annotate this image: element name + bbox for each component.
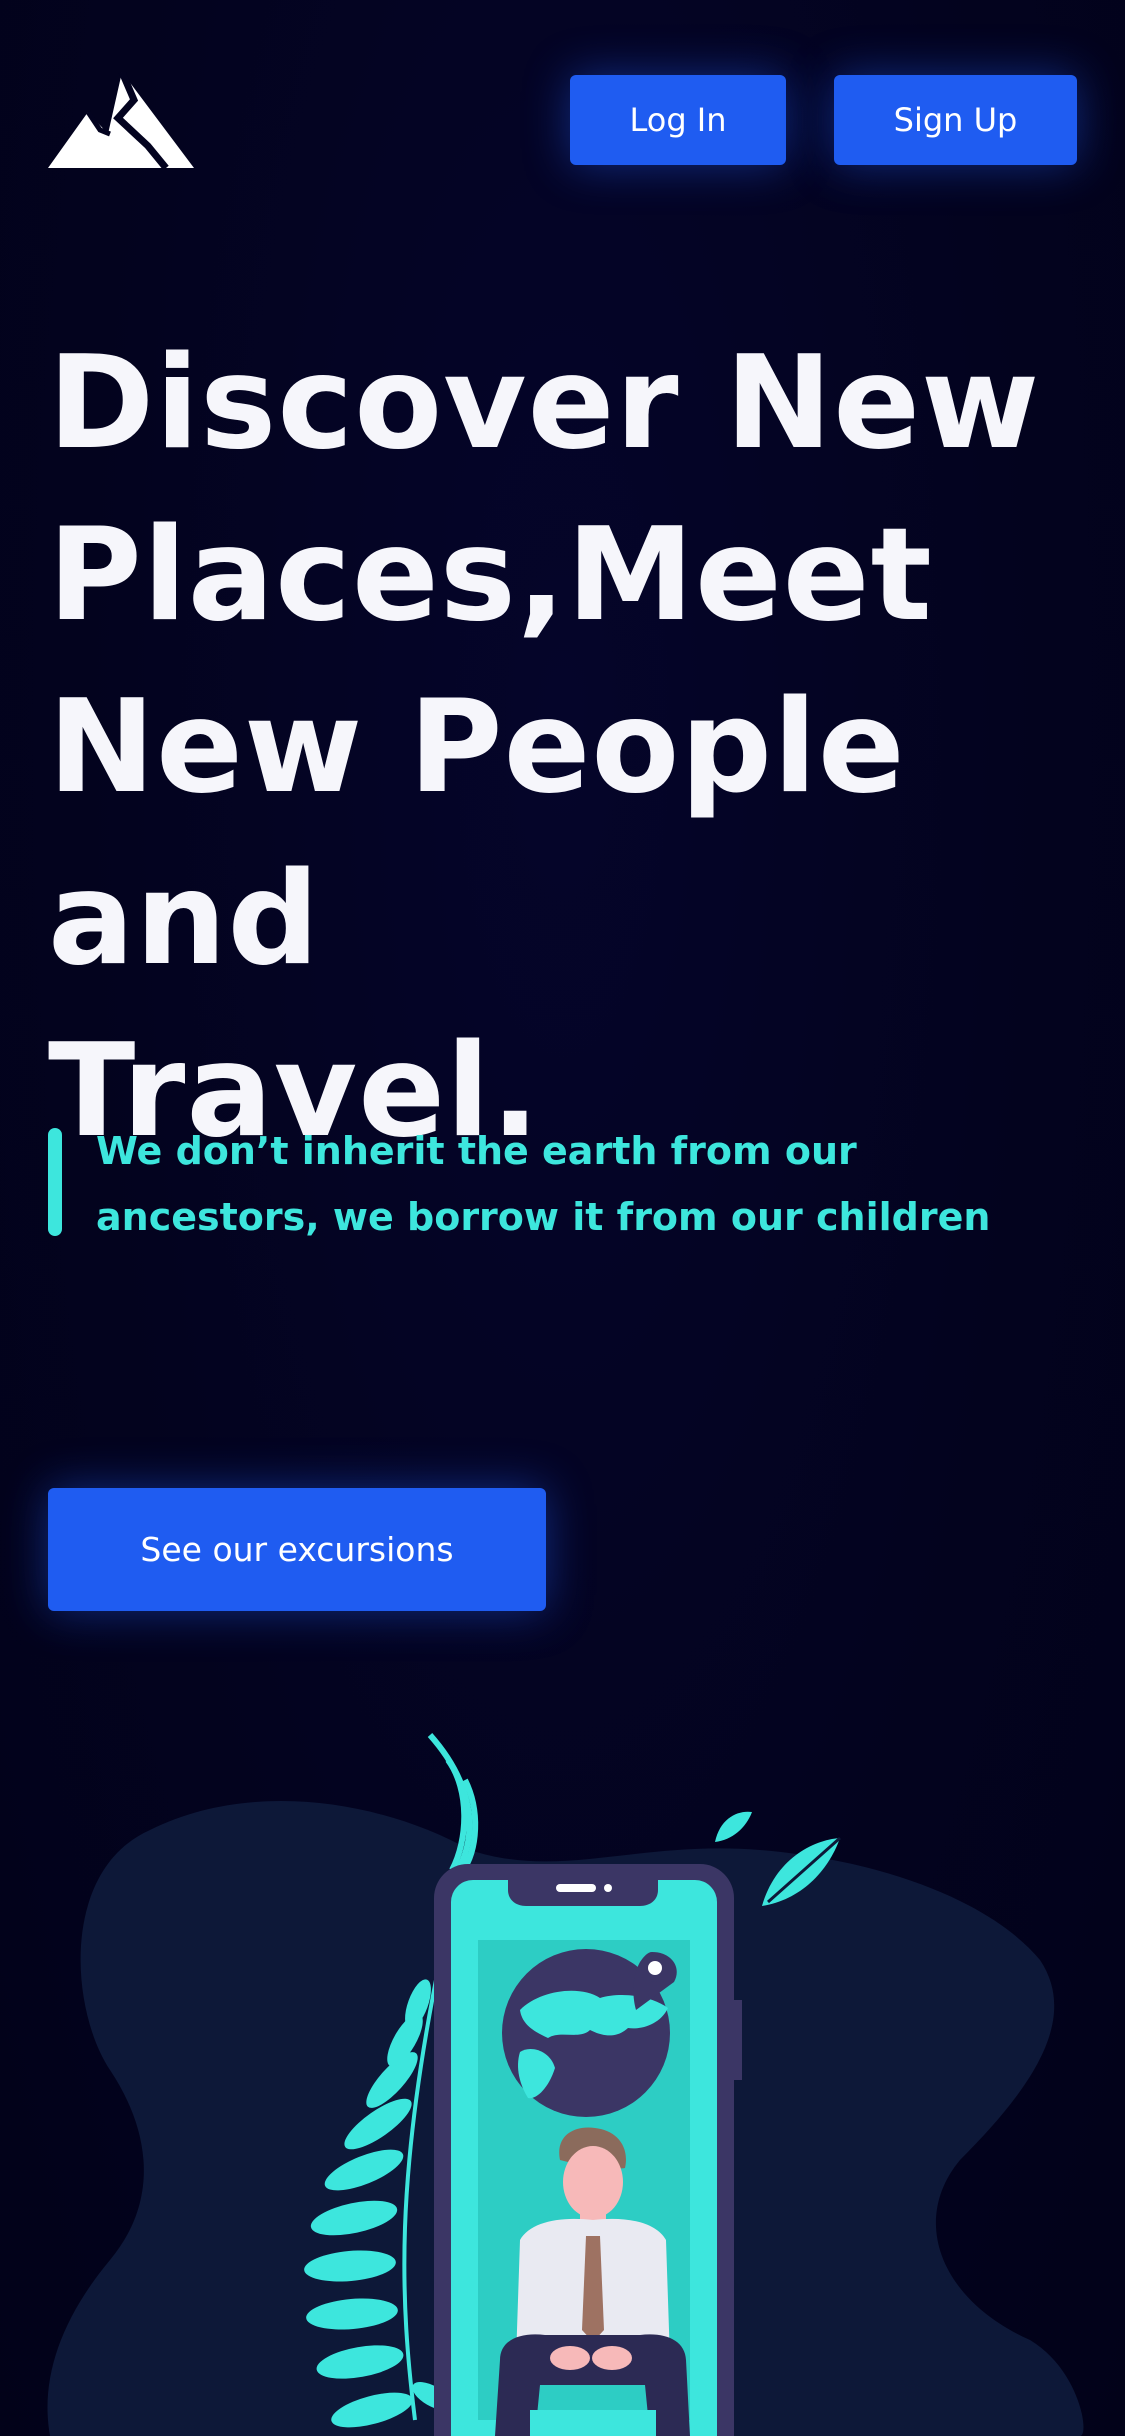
signup-button[interactable]: Sign Up xyxy=(834,75,1077,165)
see-excursions-button[interactable]: See our excursions xyxy=(48,1488,546,1611)
quote-line: ancestors, we borrow it from our childre… xyxy=(96,1195,991,1239)
hero-title-line: Discover New xyxy=(48,329,1041,478)
hero-title: Discover New Places,Meet New People and … xyxy=(48,318,1108,1178)
login-button[interactable]: Log In xyxy=(570,75,786,165)
quote-line: We don’t inherit the earth from our xyxy=(96,1129,857,1173)
quote-accent-bar xyxy=(48,1128,62,1236)
signup-button-label: Sign Up xyxy=(893,101,1018,139)
phone-traveler-illustration xyxy=(47,1733,1084,2436)
hero-title-line: New People and xyxy=(48,673,906,994)
hero-title-line: Places,Meet xyxy=(48,501,933,650)
see-excursions-button-label: See our excursions xyxy=(140,1530,454,1569)
mountain-logo-icon[interactable] xyxy=(48,72,194,168)
hero-quote: We don’t inherit the earth from our ance… xyxy=(96,1118,996,1250)
login-button-label: Log In xyxy=(629,101,727,139)
